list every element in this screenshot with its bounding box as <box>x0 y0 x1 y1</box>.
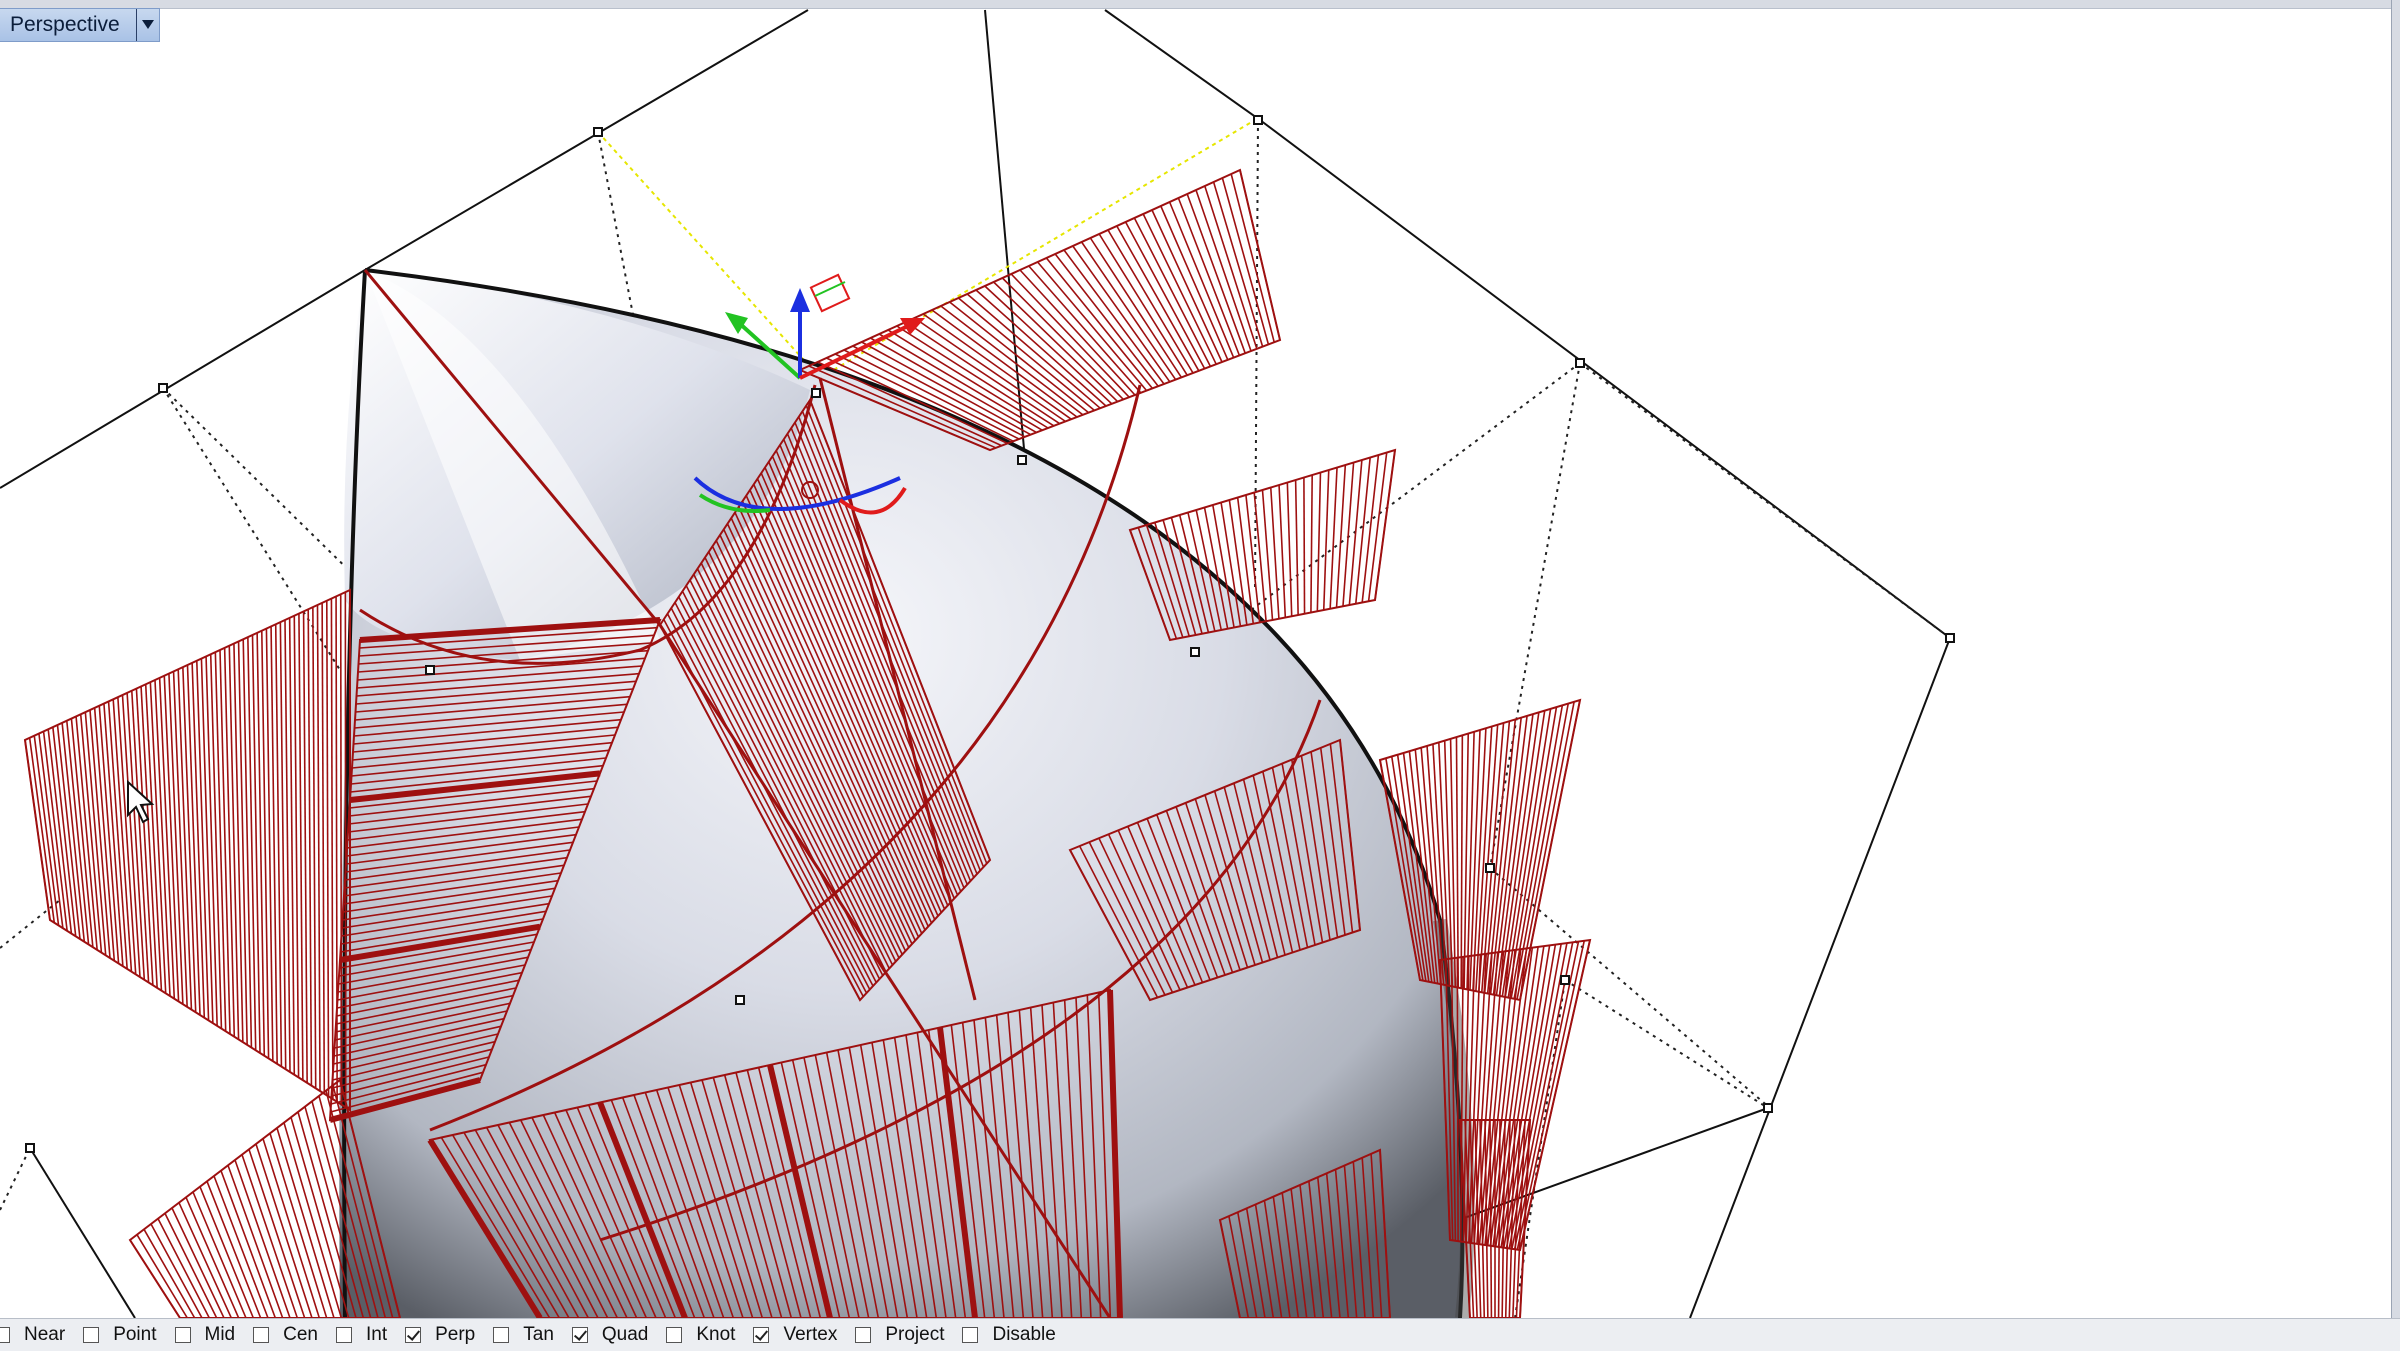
osnap-checkbox[interactable] <box>572 1327 588 1343</box>
perspective-viewport[interactable]: Perspective <box>0 0 2400 1318</box>
viewport-title-tab[interactable]: Perspective <box>0 8 160 42</box>
osnap-label: Disable <box>992 1324 1055 1346</box>
osnap-quad[interactable]: Quad <box>572 1319 648 1351</box>
viewport-title[interactable]: Perspective <box>0 13 136 37</box>
osnap-label: Project <box>885 1324 944 1346</box>
osnap-label: Quad <box>602 1324 648 1346</box>
osnap-checkbox[interactable] <box>253 1327 269 1343</box>
osnap-checkbox[interactable] <box>855 1327 871 1343</box>
osnap-label: Near <box>24 1324 65 1346</box>
viewport-right-border <box>2391 0 2400 1318</box>
osnap-vertex[interactable]: Vertex <box>753 1319 837 1351</box>
3d-scene[interactable] <box>0 0 2400 1318</box>
osnap-checkbox[interactable] <box>336 1327 352 1343</box>
osnap-cen[interactable]: Cen <box>253 1319 318 1351</box>
osnap-mid[interactable]: Mid <box>175 1319 236 1351</box>
control-point <box>159 384 167 392</box>
control-point <box>26 1144 34 1152</box>
control-point <box>1254 116 1262 124</box>
control-point <box>1576 359 1584 367</box>
osnap-label: Vertex <box>783 1324 837 1346</box>
control-point <box>736 996 744 1004</box>
osnap-tan[interactable]: Tan <box>493 1319 554 1351</box>
fin-left-upper <box>25 590 350 1110</box>
osnap-checkbox[interactable] <box>962 1327 978 1343</box>
osnap-point[interactable]: Point <box>83 1319 156 1351</box>
osnap-int[interactable]: Int <box>336 1319 387 1351</box>
osnap-project[interactable]: Project <box>855 1319 944 1351</box>
osnap-knot[interactable]: Knot <box>666 1319 735 1351</box>
osnap-perp[interactable]: Perp <box>405 1319 475 1351</box>
osnap-checkbox[interactable] <box>753 1327 769 1343</box>
control-point <box>812 389 820 397</box>
osnap-bar: Near Point Mid Cen Int Perp Tan Quad Knot Vertex P… <box>0 1318 2400 1351</box>
control-point <box>1486 864 1494 872</box>
control-point <box>1561 976 1569 984</box>
osnap-label: Tan <box>523 1324 554 1346</box>
osnap-near[interactable]: Near <box>0 1319 65 1351</box>
osnap-checkbox[interactable] <box>493 1327 509 1343</box>
osnap-label: Mid <box>205 1324 236 1346</box>
control-point <box>1018 456 1026 464</box>
control-point <box>594 128 602 136</box>
control-point <box>1946 634 1954 642</box>
osnap-checkbox[interactable] <box>666 1327 682 1343</box>
control-point <box>1191 648 1199 656</box>
osnap-checkbox[interactable] <box>0 1327 10 1343</box>
viewport-top-border <box>0 0 2400 9</box>
osnap-checkbox[interactable] <box>175 1327 191 1343</box>
triangle-down-icon[interactable] <box>136 9 159 41</box>
osnap-label: Knot <box>696 1324 735 1346</box>
osnap-label: Cen <box>283 1324 318 1346</box>
control-point <box>1764 1104 1772 1112</box>
osnap-checkbox[interactable] <box>83 1327 99 1343</box>
osnap-label: Int <box>366 1324 387 1346</box>
osnap-checkbox[interactable] <box>405 1327 421 1343</box>
osnap-label: Perp <box>435 1324 475 1346</box>
osnap-disable[interactable]: Disable <box>962 1319 1055 1351</box>
osnap-label: Point <box>113 1324 156 1346</box>
control-point <box>426 666 434 674</box>
